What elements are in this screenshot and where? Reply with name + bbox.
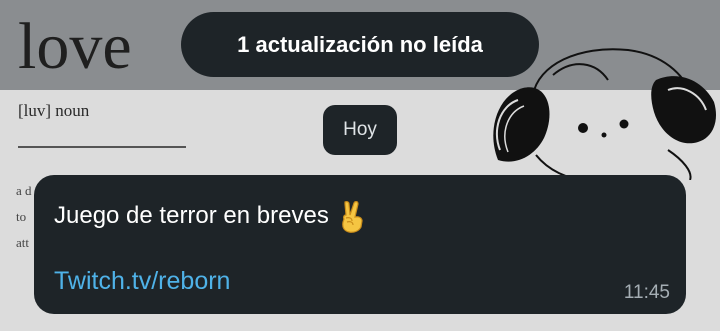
unread-updates-label: 1 actualización no leída <box>237 31 483 57</box>
unread-updates-banner[interactable]: 1 actualización no leída <box>181 12 539 77</box>
message-bubble[interactable]: Juego de terror en breves Twitch.tv/rebo… <box>34 175 686 314</box>
wallpaper-divider <box>18 146 186 148</box>
date-separator-label: Hoy <box>343 119 377 140</box>
message-text-row: Juego de terror en breves <box>54 199 367 233</box>
victory-hand-emoji-icon <box>341 201 363 233</box>
message-timestamp: 11:45 <box>623 282 670 303</box>
wallpaper-pronunciation: [luv] noun <box>18 101 90 120</box>
wallpaper-definition-line: a d <box>16 183 32 198</box>
wallpaper-definition: a d to att <box>16 178 32 256</box>
date-separator-chip: Hoy <box>323 105 397 155</box>
message-link[interactable]: Twitch.tv/reborn <box>54 267 230 296</box>
wallpaper-definition-line: att <box>16 235 29 250</box>
message-text: Juego de terror en breves <box>54 202 329 229</box>
wallpaper-word: love <box>18 10 132 83</box>
wallpaper-definition-line: to <box>16 209 27 224</box>
